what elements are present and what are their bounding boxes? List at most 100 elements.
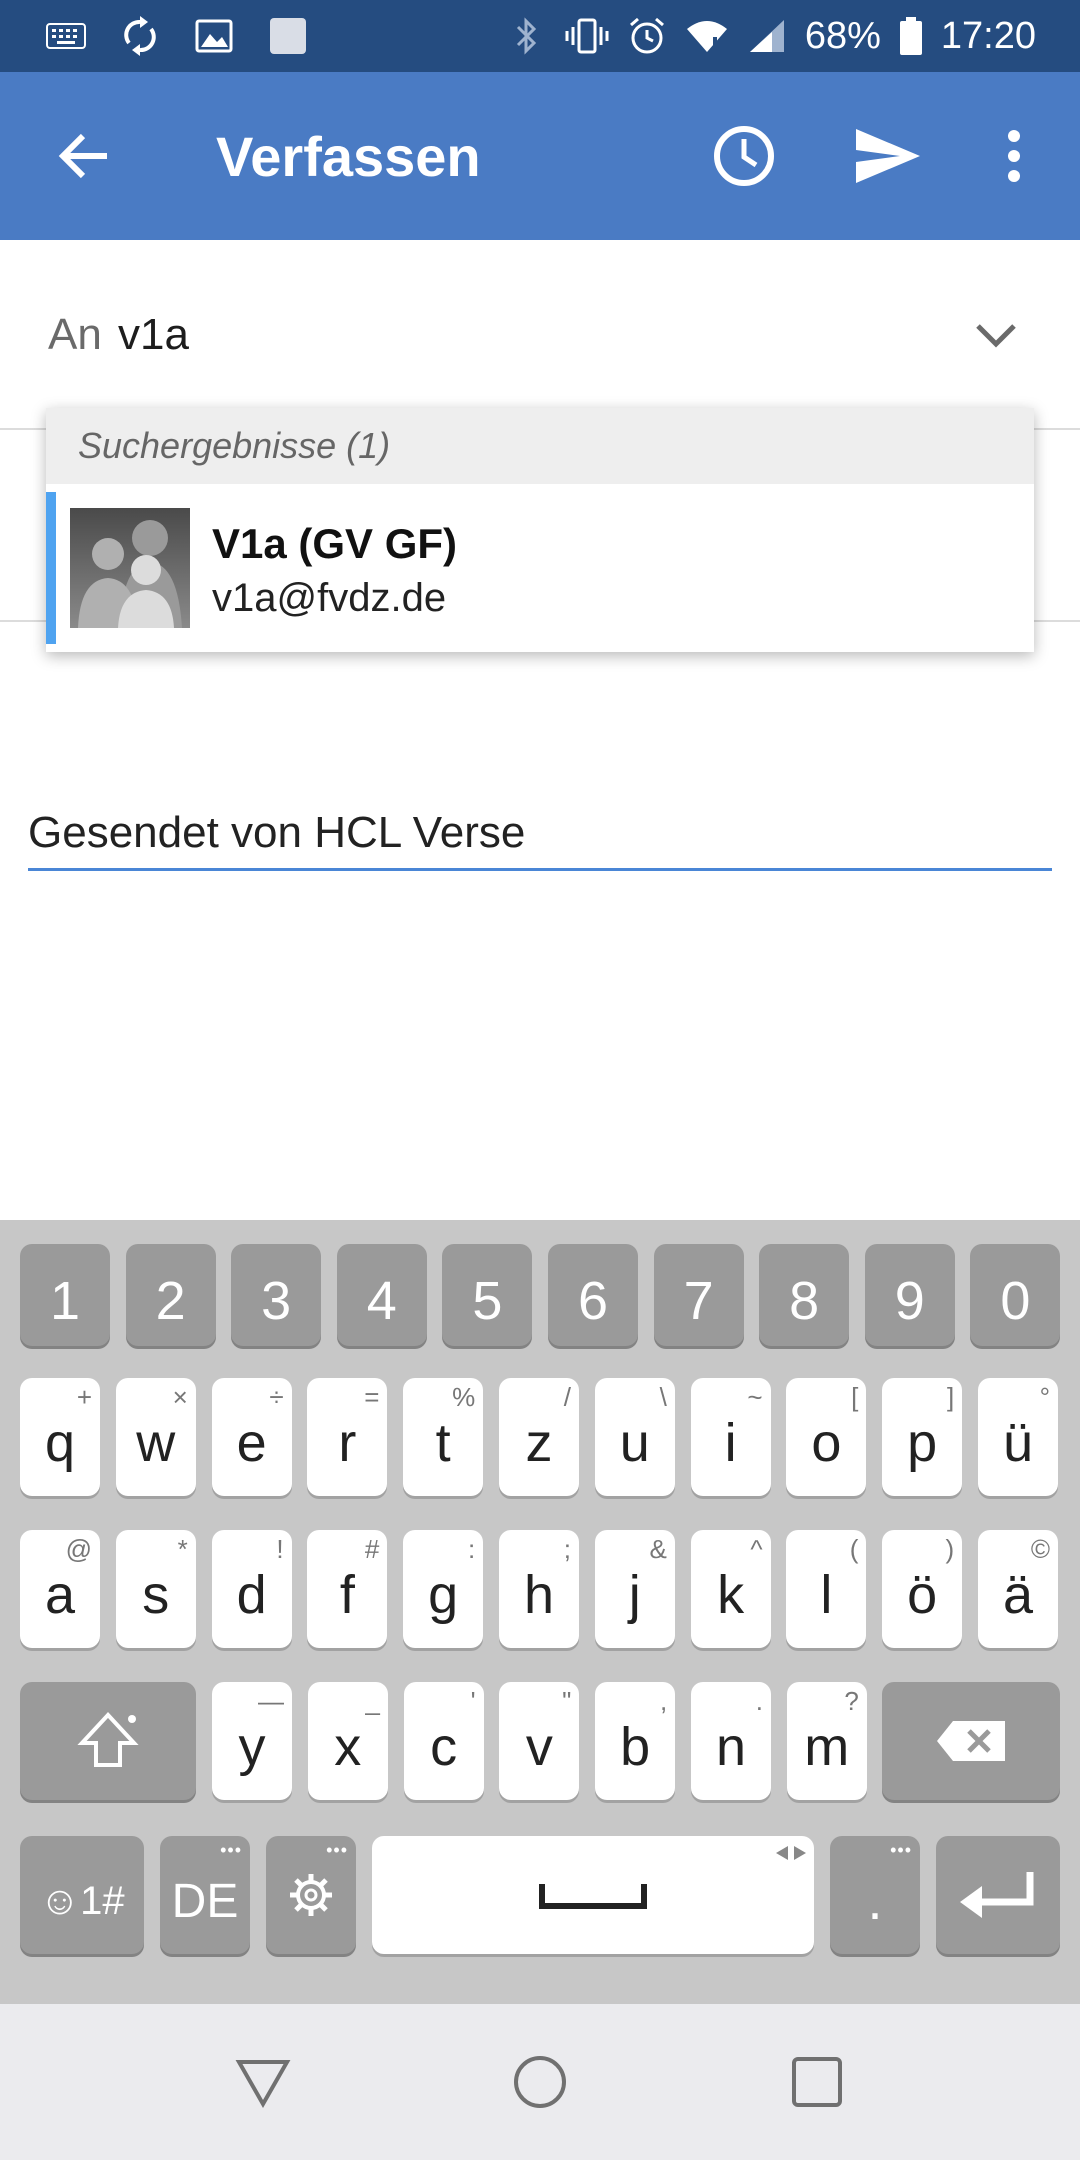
letter-key-r[interactable]: = r (307, 1378, 388, 1496)
symbols-key-label: ☺1# (39, 1878, 125, 1923)
more-options-dots: ••• (890, 1840, 912, 1860)
key-label: 0 (1000, 1271, 1031, 1331)
back-button[interactable] (44, 116, 124, 196)
shift-key[interactable] (20, 1682, 196, 1800)
letter-key-ö[interactable]: ) ö (882, 1530, 963, 1648)
letter-key-z[interactable]: / z (499, 1378, 579, 1496)
key-label: k (717, 1565, 745, 1625)
number-key-2[interactable]: 2 (125, 1244, 216, 1346)
letter-key-x[interactable]: _ x (307, 1682, 388, 1800)
number-key-0[interactable]: 0 (970, 1244, 1061, 1346)
navigation-bar (0, 2004, 1080, 2160)
number-key-8[interactable]: 8 (759, 1244, 850, 1346)
enter-icon (960, 1872, 1034, 1918)
letter-key-y[interactable]: — y (212, 1682, 292, 1800)
language-key[interactable]: ••• DE (160, 1836, 250, 1954)
letter-key-q[interactable]: + q (20, 1378, 100, 1496)
enter-key[interactable] (936, 1836, 1060, 1954)
key-label: h (523, 1565, 555, 1625)
key-label: q (44, 1413, 76, 1473)
key-secondary-symbol: " (562, 1686, 572, 1716)
letter-key-o[interactable]: [o (786, 1378, 867, 1496)
number-key-7[interactable]: 7 (653, 1244, 744, 1346)
letter-key-h[interactable]: ; h (499, 1530, 579, 1648)
key-secondary-symbol: ÷ (269, 1382, 284, 1412)
key-secondary-symbol: ' (470, 1686, 476, 1716)
send-button[interactable] (848, 116, 928, 196)
nav-home-button[interactable] (506, 2048, 574, 2116)
letter-key-v[interactable]: " v (499, 1682, 580, 1800)
back-triangle-icon (235, 2060, 291, 2108)
nav-back-button[interactable] (229, 2048, 297, 2116)
letter-key-t[interactable]: % t (403, 1378, 484, 1496)
schedule-send-button[interactable] (704, 116, 784, 196)
number-key-6[interactable]: 6 (548, 1244, 638, 1346)
letter-key-b[interactable]: ,b (595, 1682, 676, 1800)
space-key[interactable] (372, 1836, 814, 1954)
number-key-9[interactable]: 9 (864, 1244, 955, 1346)
letter-key-a[interactable]: @ a (20, 1530, 100, 1648)
letter-key-e[interactable]: ÷ e (211, 1378, 292, 1496)
key-secondary-symbol: ~ (747, 1382, 763, 1412)
key-label: ü (1002, 1413, 1034, 1473)
message-body[interactable]: Gesendet von HCL Verse (28, 808, 525, 858)
key-secondary-symbol: ^ (750, 1534, 763, 1564)
key-label: b (620, 1717, 651, 1777)
more-options-dots: ••• (326, 1840, 348, 1860)
overflow-menu-button[interactable] (974, 116, 1054, 196)
key-label: i (724, 1413, 737, 1473)
to-input[interactable]: v1a (118, 310, 189, 360)
number-key-4[interactable]: 4 (336, 1244, 427, 1346)
page-title: Verfassen (216, 125, 481, 188)
key-label: m (804, 1717, 850, 1777)
letter-key-g[interactable]: :g (403, 1530, 484, 1648)
keyboard-settings-key[interactable]: ••• (266, 1836, 356, 1954)
letter-key-d[interactable]: ! d (211, 1530, 292, 1648)
period-key[interactable]: ••• . (830, 1836, 920, 1954)
letter-key-n[interactable]: .n (691, 1682, 771, 1800)
letter-key-k[interactable]: ^ k (690, 1530, 771, 1648)
key-label: w (136, 1413, 176, 1473)
key-label: u (619, 1413, 650, 1473)
nav-recents-button[interactable] (783, 2048, 851, 2116)
battery-icon (897, 14, 925, 58)
image-icon (192, 14, 236, 58)
letter-key-ä[interactable]: © ä (978, 1530, 1058, 1648)
recipient-row[interactable]: An v1a (0, 240, 1080, 430)
letter-key-w[interactable]: × w (115, 1378, 196, 1496)
app-bar: Verfassen (0, 72, 1080, 240)
key-secondary-symbol: & (649, 1534, 667, 1564)
letter-key-p[interactable]: ] p (882, 1378, 963, 1496)
clock-time: 17:20 (940, 14, 1036, 57)
letter-key-i[interactable]: ~ i (690, 1378, 771, 1496)
number-key-3[interactable]: 3 (231, 1244, 322, 1346)
expand-recipients-button[interactable] (970, 310, 1022, 362)
letter-key-l[interactable]: (l (786, 1530, 867, 1648)
letter-key-m[interactable]: ? m (786, 1682, 867, 1800)
letter-key-j[interactable]: & j (594, 1530, 675, 1648)
key-label: ö (907, 1565, 938, 1625)
recipient-suggestions: Suchergebnisse (1) V1a (GV GF) v1a@fvdz.… (46, 408, 1034, 652)
suggestion-item[interactable]: V1a (GV GF) v1a@fvdz.de (46, 484, 1034, 652)
status-icons-right: 68% 17:20 (505, 10, 1036, 62)
key-secondary-symbol: _ (365, 1686, 380, 1716)
key-label: o (811, 1413, 842, 1473)
square-icon (266, 14, 310, 58)
backspace-key[interactable] (882, 1682, 1060, 1800)
space-bar-icon (539, 1884, 647, 1909)
number-key-5[interactable]: 5 (442, 1244, 533, 1346)
number-key-1[interactable]: 1 (20, 1244, 110, 1346)
letter-key-u[interactable]: \ u (594, 1378, 675, 1496)
symbols-key[interactable]: ☺1# (20, 1836, 144, 1954)
letter-key-f[interactable]: # f (307, 1530, 388, 1648)
key-label: 8 (789, 1271, 820, 1331)
letter-key-ü[interactable]: ° ü (978, 1378, 1058, 1496)
letter-key-c[interactable]: ' c (403, 1682, 484, 1800)
key-label: s (142, 1565, 170, 1625)
key-secondary-symbol: . (755, 1686, 763, 1716)
body-focus-underline (28, 868, 1052, 871)
letter-key-s[interactable]: * s (115, 1530, 196, 1648)
status-icons-left (44, 12, 310, 60)
vibrate-icon (565, 14, 609, 58)
shift-icon (77, 1712, 139, 1767)
